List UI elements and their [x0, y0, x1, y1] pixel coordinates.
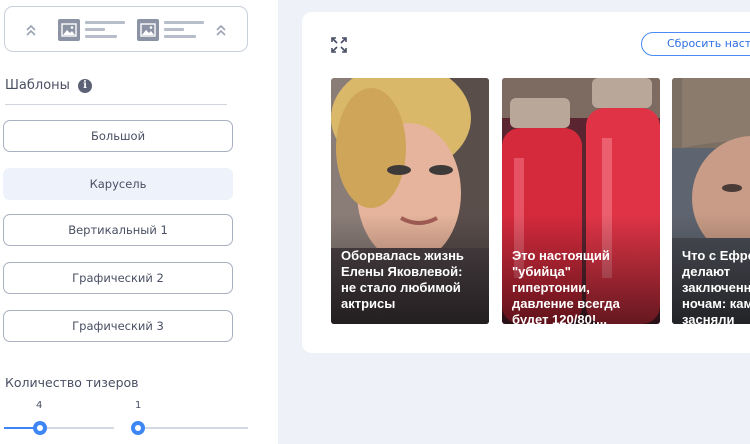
info-icon[interactable]: i [78, 79, 92, 93]
teaser-caption: Оборвалась жизнь Елены Яковлевой: не ста… [341, 248, 464, 311]
template-switcher [4, 6, 248, 52]
template-button-graphic-2[interactable]: Графический 2 [3, 262, 233, 294]
teaser-card[interactable]: Оборвалась жизнь Елены Яковлевой: не ста… [331, 78, 489, 324]
thumbnail-line [85, 35, 117, 38]
expand-icon[interactable] [331, 37, 347, 53]
slider-handle[interactable] [33, 421, 47, 435]
slider-value: 1 [135, 400, 142, 411]
teaser-card[interactable]: Это настоящий "убийца" гипертонии, давле… [502, 78, 660, 324]
thumbnail-line [164, 28, 184, 31]
slider-value: 4 [36, 400, 43, 411]
teaser-card[interactable]: Что с Ефремовым делают заключенные ночам… [672, 78, 750, 324]
slider-handle[interactable] [131, 421, 145, 435]
template-button-graphic-3[interactable]: Графический 3 [3, 310, 233, 342]
thumbnail-line [164, 21, 204, 24]
image-icon [58, 19, 80, 41]
section-divider [5, 104, 227, 105]
thumbnail-line [85, 21, 125, 24]
preview-card: Сбросить настройки Оборвалась жизнь Елен… [302, 12, 750, 353]
image-icon [137, 19, 159, 41]
preview-area: Сбросить настройки Оборвалась жизнь Елен… [278, 0, 750, 444]
thumbnail-line [164, 35, 196, 38]
teaser-caption: Это настоящий "убийца" гипертонии, давле… [512, 248, 620, 324]
templates-section-title: Шаблоны [5, 78, 70, 93]
teaser-count-title: Количество тизеров [5, 375, 139, 390]
template-button-vertical-1[interactable]: Вертикальный 1 [3, 214, 233, 246]
reset-settings-button[interactable]: Сбросить настройки [641, 32, 750, 56]
thumbnail-line [85, 28, 105, 31]
settings-sidebar: Шаблоны i Большой Карусель Вертикальный … [0, 0, 278, 444]
chevron-up-double-icon[interactable] [215, 23, 227, 37]
slider-track[interactable] [132, 427, 248, 429]
template-button-carousel[interactable]: Карусель [3, 168, 233, 200]
teaser-caption: Что с Ефремовым делают заключенные ночам… [682, 248, 750, 324]
chevron-up-double-icon[interactable] [25, 23, 37, 37]
template-button-large[interactable]: Большой [3, 120, 233, 152]
